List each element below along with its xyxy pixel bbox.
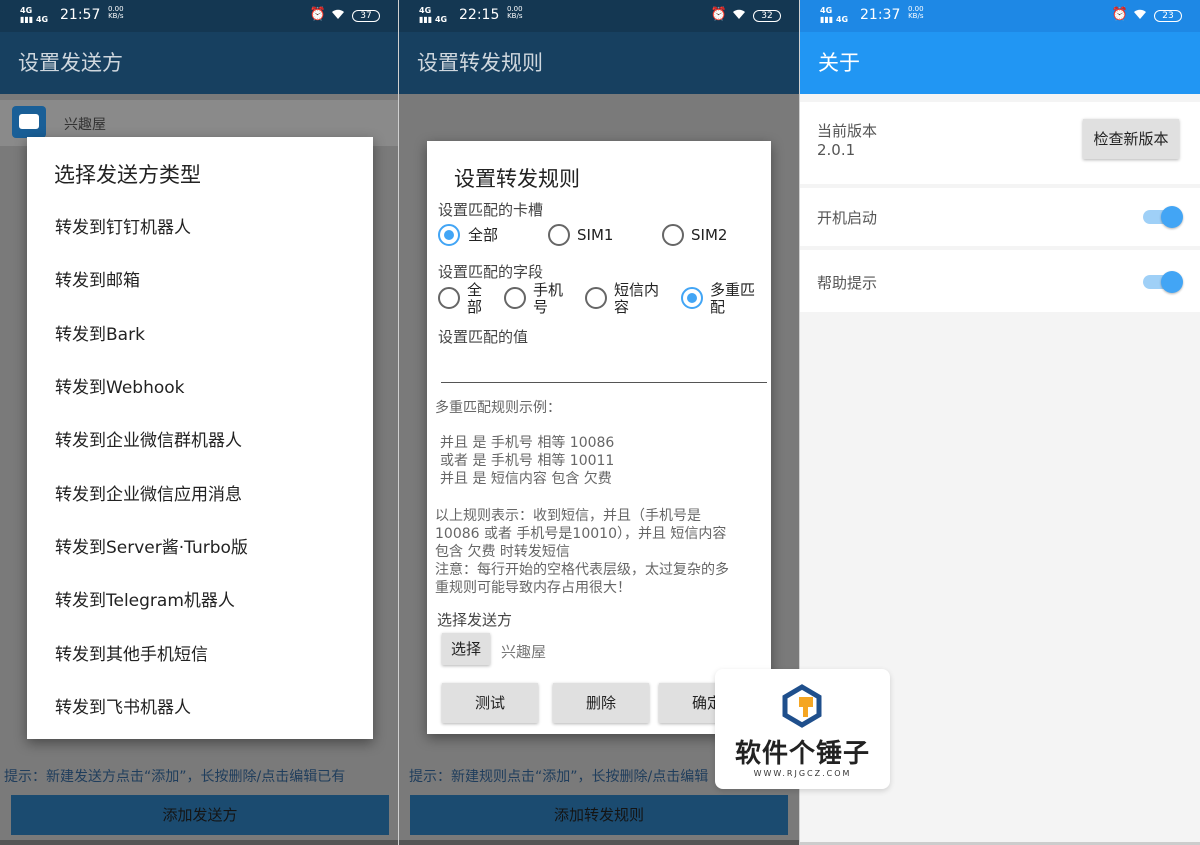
radio-sim2[interactable]: [662, 224, 684, 246]
radio-field-content[interactable]: [585, 287, 607, 309]
radio-label: 多重匹配: [710, 281, 756, 316]
radio-label: SIM2: [691, 226, 728, 244]
wifi-icon: [1134, 9, 1146, 19]
radio-field-multi[interactable]: [681, 287, 703, 309]
field-label: 设置匹配的字段: [438, 263, 544, 281]
radio-field-all[interactable]: [438, 287, 460, 309]
battery-icon: 37: [352, 10, 380, 22]
explain-line: 注意：每行开始的空格代表层级，太过复杂的多: [435, 562, 729, 578]
help-card: 帮助提示: [800, 250, 1200, 312]
hint-text: 提示：新建规则点击“添加”，长按删除/点击编辑: [409, 769, 709, 785]
option-wecom-group[interactable]: 转发到企业微信群机器人: [55, 426, 242, 451]
status-time: 21:57: [60, 7, 101, 23]
sender-type-dialog: 选择发送方类型 转发到钉钉机器人 转发到邮箱 转发到Bark 转发到Webhoo…: [27, 137, 373, 739]
battery-icon: 23: [1154, 10, 1182, 22]
test-button[interactable]: 测试: [442, 683, 538, 723]
app-bar-title: 设置转发规则: [399, 32, 799, 94]
battery-icon: 32: [753, 10, 781, 22]
dialog-title: 设置转发规则: [454, 167, 580, 191]
alarm-icon: ⏰: [1111, 7, 1128, 22]
option-bark[interactable]: 转发到Bark: [55, 320, 145, 345]
watermark: 软件个锤子 WWW.RJGCZ.COM: [715, 669, 890, 789]
radio-label: 全部: [467, 281, 483, 316]
bottom-nav: [0, 840, 398, 845]
watermark-url: WWW.RJGCZ.COM: [753, 769, 852, 778]
boot-label: 开机启动: [817, 209, 878, 227]
radio-label: 手机号: [533, 281, 564, 316]
bottom-nav: [399, 840, 799, 845]
brand-logo-icon: [782, 684, 822, 728]
help-label: 帮助提示: [817, 274, 878, 292]
explain-line: 以上规则表示：收到短信，并且（手机号是: [435, 508, 701, 524]
boot-card: 开机启动: [800, 188, 1200, 246]
explain-line: 重规则可能导致内存占用很大！: [435, 580, 631, 596]
radio-sim1[interactable]: [548, 224, 570, 246]
radio-sim-all[interactable]: [438, 224, 460, 246]
signal-icon: 4G ▮▮▮ 4G: [419, 6, 448, 24]
status-bar: 4G ▮▮▮ 4G 22:15 0.00 KB/s ⏰ 32: [399, 0, 799, 32]
sim-label: 设置匹配的卡槽: [438, 201, 544, 219]
version-value: 2.0.1: [817, 141, 856, 159]
app-bar-title: 关于: [800, 32, 1200, 94]
example-line: 并且 是 手机号 相等 10086: [440, 435, 615, 451]
add-sender-button[interactable]: 添加发送方: [11, 795, 389, 835]
boot-switch[interactable]: [1143, 206, 1183, 228]
wifi-icon: [733, 9, 745, 19]
status-bar: 4G ▮▮▮ 4G 21:57 0.00 KB/s ⏰ 37: [0, 0, 398, 32]
example-title: 多重匹配规则示例：: [435, 400, 561, 416]
signal-icon: 4G ▮▮▮ 4G: [820, 6, 849, 24]
option-feishu[interactable]: 转发到飞书机器人: [55, 693, 191, 718]
value-label: 设置匹配的值: [438, 328, 529, 346]
option-serverchan[interactable]: 转发到Server酱·Turbo版: [55, 533, 248, 558]
option-email[interactable]: 转发到邮箱: [55, 266, 140, 291]
hint-text: 提示：新建发送方点击“添加”，长按删除/点击编辑已有: [4, 769, 346, 785]
radio-label: SIM1: [577, 226, 614, 244]
add-rule-button[interactable]: 添加转发规则: [410, 795, 788, 835]
watermark-name: 软件个锤子: [734, 739, 870, 769]
explain-line: 包含 欠费 时转发短信: [435, 544, 570, 560]
check-update-button[interactable]: 检查新版本: [1083, 119, 1179, 159]
status-time: 21:37: [860, 7, 901, 23]
signal-icon: 4G ▮▮▮ 4G: [20, 6, 49, 24]
radio-label: 全部: [468, 226, 499, 244]
version-label: 当前版本: [817, 122, 878, 140]
example-line: 并且 是 短信内容 包含 欠费: [440, 471, 612, 487]
option-sms[interactable]: 转发到其他手机短信: [55, 640, 208, 665]
wifi-icon: [332, 9, 344, 19]
screen-set-sender: 4G ▮▮▮ 4G 21:57 0.00 KB/s ⏰ 37 设置发送方 兴趣屋 选…: [0, 0, 398, 845]
list-item-label: 兴趣屋: [64, 117, 106, 133]
status-time: 22:15: [459, 7, 500, 23]
example-line: 或者 是 手机号 相等 10011: [440, 453, 615, 469]
app-bar-title: 设置发送方: [0, 32, 398, 94]
option-dingtalk[interactable]: 转发到钉钉机器人: [55, 213, 191, 238]
explain-line: 10086 或者 手机号是10010），并且 短信内容: [435, 526, 727, 542]
select-sender-button[interactable]: 选择: [442, 633, 490, 665]
option-wecom-app[interactable]: 转发到企业微信应用消息: [55, 480, 242, 505]
dialog-title: 选择发送方类型: [54, 163, 201, 187]
alarm-icon: ⏰: [309, 7, 326, 22]
chat-icon: [12, 106, 46, 138]
help-switch[interactable]: [1143, 271, 1183, 293]
alarm-icon: ⏰: [710, 7, 727, 22]
option-webhook[interactable]: 转发到Webhook: [55, 373, 184, 398]
value-input[interactable]: [441, 382, 767, 383]
network-speed: 0.00 KB/s: [507, 5, 523, 20]
option-telegram[interactable]: 转发到Telegram机器人: [55, 586, 235, 611]
radio-field-phone[interactable]: [504, 287, 526, 309]
network-speed: 0.00 KB/s: [108, 5, 124, 20]
network-speed: 0.00 KB/s: [908, 5, 924, 20]
radio-label: 短信内容: [614, 281, 660, 316]
sender-label: 选择发送方: [437, 611, 513, 629]
sender-value: 兴趣屋: [501, 643, 547, 661]
status-bar: 4G ▮▮▮ 4G 21:37 0.00 KB/s ⏰ 23: [800, 0, 1200, 32]
delete-button[interactable]: 删除: [553, 683, 649, 723]
rule-dialog: 设置转发规则 设置匹配的卡槽 全部 SIM1 SIM2 设置匹配的字段 全部 手…: [427, 141, 771, 734]
